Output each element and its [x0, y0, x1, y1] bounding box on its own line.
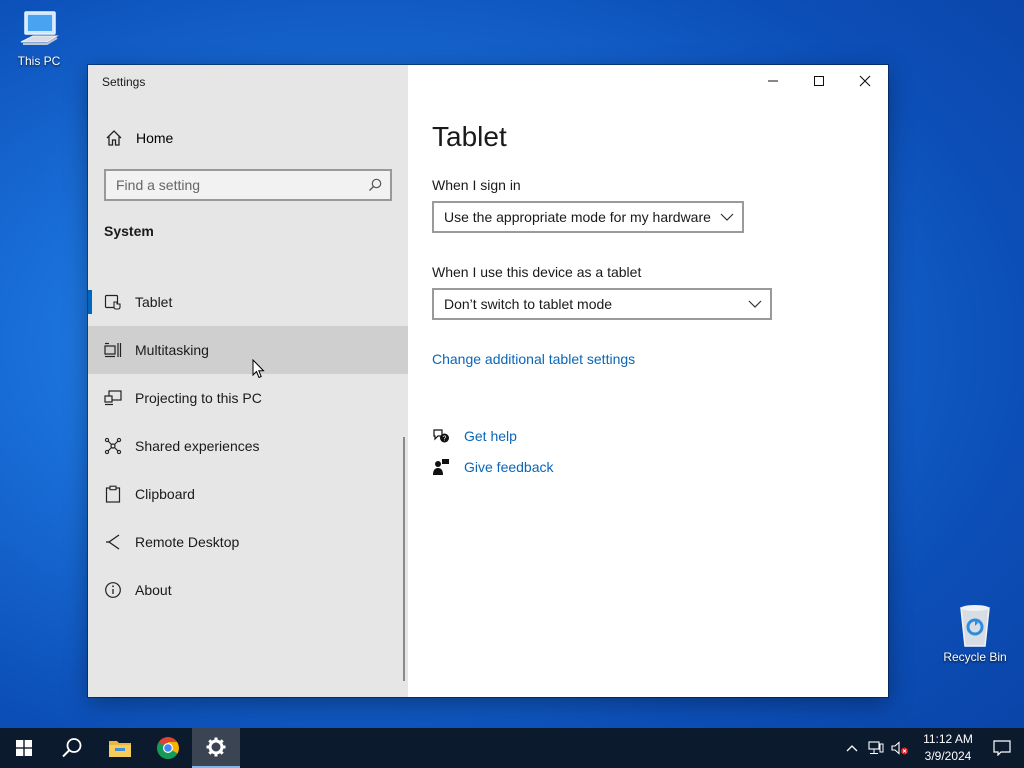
sign-in-value: Use the appropriate mode for my hardware — [444, 209, 711, 225]
give-feedback-label: Give feedback — [464, 459, 554, 475]
content-pane: Tablet When I sign in Use the appropriat… — [408, 65, 888, 697]
shared-experiences-icon — [104, 437, 122, 455]
settings-icon — [206, 737, 226, 757]
volume-muted-icon — [891, 741, 908, 755]
sidebar-item-shared-experiences[interactable]: Shared experiences — [88, 422, 408, 470]
close-button[interactable] — [842, 65, 888, 97]
sidebar-item-label: Clipboard — [135, 486, 195, 502]
file-explorer-icon — [109, 741, 131, 757]
system-tray: 11:12 AM 3/9/2024 — [840, 728, 1024, 768]
show-hidden-icons-button[interactable] — [840, 728, 864, 768]
settings-taskbar-button[interactable] — [192, 728, 240, 768]
give-feedback-link[interactable]: Give feedback — [432, 458, 554, 476]
file-explorer-button[interactable] — [96, 728, 144, 768]
maximize-icon — [814, 76, 824, 86]
page-title: Tablet — [432, 121, 507, 152]
minimize-button[interactable] — [750, 65, 796, 97]
home-icon — [106, 130, 122, 146]
clock-date: 3/9/2024 — [924, 749, 972, 763]
sign-in-dropdown[interactable]: Use the appropriate mode for my hardware — [432, 201, 744, 233]
sidebar-item-remote-desktop[interactable]: Remote Desktop — [88, 518, 408, 566]
feedback-icon — [432, 458, 450, 476]
chevron-down-icon — [720, 213, 734, 221]
get-help-link[interactable]: ? Get help — [432, 427, 517, 445]
home-label: Home — [136, 130, 174, 146]
sidebar-item-label: Projecting to this PC — [135, 390, 262, 406]
sidebar-scrollbar[interactable] — [403, 437, 405, 681]
desktop-icon-recycle-bin[interactable]: Recycle Bin — [937, 602, 1013, 664]
action-center-button[interactable] — [980, 728, 1024, 768]
chevron-up-icon — [846, 745, 858, 752]
chrome-icon — [157, 737, 179, 759]
sidebar-item-label: Tablet — [135, 294, 173, 310]
tablet-use-label: When I use this device as a tablet — [432, 264, 642, 280]
sign-in-label: When I sign in — [432, 177, 521, 193]
tablet-use-value: Don’t switch to tablet mode — [444, 296, 613, 312]
sidebar-nav: Tablet Multitasking Projecting to this P… — [88, 278, 408, 614]
multitasking-icon — [104, 341, 122, 359]
sidebar: Settings Home System Tablet — [88, 65, 408, 697]
search-box[interactable] — [104, 169, 392, 201]
section-heading: System — [104, 223, 154, 239]
sidebar-item-label: About — [135, 582, 172, 598]
notification-icon — [993, 740, 1011, 756]
desktop-icon-this-pc[interactable]: This PC — [1, 8, 77, 68]
sidebar-item-clipboard[interactable]: Clipboard — [88, 470, 408, 518]
sidebar-item-label: Multitasking — [135, 342, 209, 358]
minimize-icon — [768, 80, 778, 82]
help-chat-icon: ? — [432, 427, 450, 445]
clock[interactable]: 11:12 AM 3/9/2024 — [916, 731, 980, 765]
info-icon — [104, 581, 122, 599]
projecting-icon — [104, 389, 122, 407]
start-icon — [16, 740, 32, 756]
sidebar-item-label: Shared experiences — [135, 438, 260, 454]
start-button[interactable] — [0, 728, 48, 768]
desktop-icon-label: This PC — [17, 54, 61, 68]
search-icon — [369, 178, 382, 191]
window-title: Settings — [102, 75, 146, 89]
additional-tablet-settings-link[interactable]: Change additional tablet settings — [432, 351, 635, 367]
chevron-down-icon — [748, 300, 762, 308]
sidebar-item-tablet[interactable]: Tablet — [88, 278, 408, 326]
sidebar-item-about[interactable]: About — [88, 566, 408, 614]
settings-window: Settings Home System Tablet — [88, 65, 888, 697]
taskbar: 11:12 AM 3/9/2024 — [0, 728, 1024, 768]
recycle-bin-icon — [960, 605, 990, 647]
svg-text:?: ? — [443, 436, 447, 443]
get-help-label: Get help — [464, 428, 517, 444]
search-input[interactable] — [116, 177, 368, 193]
sidebar-item-projecting[interactable]: Projecting to this PC — [88, 374, 408, 422]
window-controls — [750, 65, 888, 97]
network-icon — [868, 741, 884, 754]
volume-button[interactable] — [888, 728, 912, 768]
mouse-cursor-icon — [252, 359, 265, 379]
sidebar-item-multitasking[interactable]: Multitasking — [88, 326, 408, 374]
clock-time: 11:12 AM — [923, 732, 973, 746]
chrome-button[interactable] — [144, 728, 192, 768]
taskbar-search-button[interactable] — [48, 728, 96, 768]
desktop-icon-label: Recycle Bin — [943, 650, 1007, 664]
clipboard-icon — [104, 485, 122, 503]
tablet-icon — [104, 293, 122, 311]
home-nav-item[interactable]: Home — [88, 123, 408, 153]
close-icon — [859, 75, 871, 87]
remote-desktop-icon — [104, 533, 122, 551]
network-button[interactable] — [864, 728, 888, 768]
maximize-button[interactable] — [796, 65, 842, 97]
computer-icon — [20, 11, 59, 45]
sidebar-item-label: Remote Desktop — [135, 534, 240, 550]
search-icon — [62, 738, 82, 758]
tablet-use-dropdown[interactable]: Don’t switch to tablet mode — [432, 288, 772, 320]
